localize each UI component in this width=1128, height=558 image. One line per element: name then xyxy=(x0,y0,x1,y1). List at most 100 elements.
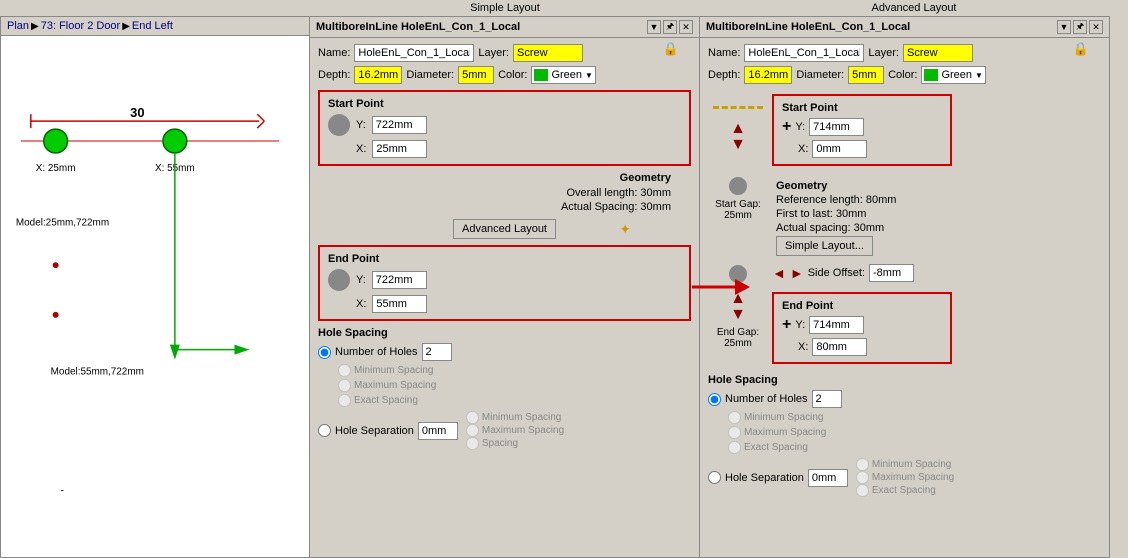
start-point-box: Start Point Y: X: xyxy=(318,90,691,166)
num-holes-input[interactable] xyxy=(422,343,452,361)
adv-hole-sep-radio[interactable] xyxy=(708,471,721,484)
diameter-input[interactable] xyxy=(458,66,494,84)
min-sp-radio2 xyxy=(466,411,479,424)
depth-input[interactable] xyxy=(354,66,402,84)
adv-num-holes-radio[interactable] xyxy=(708,393,721,406)
max-sp-label2: Maximum Spacing xyxy=(482,425,564,436)
adv-start-point-title: Start Point xyxy=(782,102,942,114)
name-input[interactable] xyxy=(354,44,474,62)
adv-start-plus-icon: + xyxy=(782,118,791,136)
adv-name-row: Name: Layer: xyxy=(708,44,1101,62)
adv-min-spacing-label: Minimum Spacing xyxy=(744,412,823,423)
adv-end-x-label: X: xyxy=(798,341,808,353)
adv-max-spacing-label: Maximum Spacing xyxy=(744,427,826,438)
adv-right-content: Start Point + Y: X: Geometry xyxy=(772,88,1101,370)
adv-name-label: Name: xyxy=(708,47,740,59)
adv-end-point-title: End Point xyxy=(782,300,942,312)
adv-hole-sep-input[interactable] xyxy=(808,469,848,487)
layer-input[interactable] xyxy=(513,44,583,62)
hole-sep-input[interactable] xyxy=(418,422,458,440)
starburst-icon: ✦ xyxy=(619,221,631,238)
adv-left-controls: ▲ ▼ Start Gap: 25mm ▲ ▼ xyxy=(708,88,768,370)
simple-panel-title: MultiboreInLine HoleEnL_Con_1_Local xyxy=(316,21,520,33)
simple-close-btn[interactable]: ✕ xyxy=(679,20,693,34)
color-dropdown[interactable]: Green ▼ xyxy=(531,66,596,84)
breadcrumb-item1[interactable]: 73: Floor 2 Door xyxy=(41,20,120,32)
adv-end-y-input[interactable] xyxy=(809,316,864,334)
adv-layer-input[interactable] xyxy=(903,44,973,62)
adv-diameter-input[interactable] xyxy=(848,66,884,84)
adv-pin-btn[interactable]: 🖈 xyxy=(1073,20,1087,34)
adv-close-btn[interactable]: ✕ xyxy=(1089,20,1103,34)
adv-color-swatch xyxy=(924,69,938,81)
adv-end-x-input[interactable] xyxy=(812,338,867,356)
adv-name-input[interactable] xyxy=(744,44,864,62)
hole-sep-radio[interactable] xyxy=(318,424,331,437)
adv-panel-titlebar: MultiboreInLine HoleEnL_Con_1_Local ▼ 🖈 … xyxy=(700,17,1109,38)
breadcrumb-item2[interactable]: End Left xyxy=(132,20,173,32)
adv-end-section: ◄ ► Side Offset: End Point + Y: xyxy=(772,264,1101,370)
end-y-input[interactable] xyxy=(372,271,427,289)
start-x-input[interactable] xyxy=(372,140,427,158)
adv-max-spacing-radio xyxy=(728,426,741,439)
adv-lock-icon: 🔒 xyxy=(1073,41,1089,57)
adv-start-y-input[interactable] xyxy=(809,118,864,136)
side-offset-input[interactable] xyxy=(869,264,914,282)
adv-depth-label: Depth: xyxy=(708,69,740,81)
start-gap-down-arrow: ▼ xyxy=(730,137,746,153)
end-gap-value: 25mm xyxy=(717,338,759,349)
start-y-label: Y: xyxy=(356,119,366,131)
simple-dropdown-btn[interactable]: ▼ xyxy=(647,20,661,34)
min-spacing-radio xyxy=(338,364,351,377)
depth-row: Depth: Diameter: Color: Green ▼ xyxy=(318,66,691,84)
diameter-label: Diameter: xyxy=(406,69,454,81)
adv-min-sp-label2: Minimum Spacing xyxy=(872,459,951,470)
end-point-title: End Point xyxy=(328,253,681,265)
end-point-circle xyxy=(328,269,350,291)
depth-label: Depth: xyxy=(318,69,350,81)
start-gap-arrows: ▲ ▼ xyxy=(730,121,746,153)
svg-text:-: - xyxy=(61,486,64,497)
num-holes-row: Number of Holes xyxy=(318,343,691,361)
start-x-label: X: xyxy=(356,143,366,155)
start-y-input[interactable] xyxy=(372,116,427,134)
adv-end-plus-icon: + xyxy=(782,316,791,334)
advanced-layout-btn[interactable]: Advanced Layout xyxy=(453,219,556,239)
adv-depth-input[interactable] xyxy=(744,66,792,84)
end-gap-label: End Gap: xyxy=(717,327,759,338)
num-holes-radio[interactable] xyxy=(318,346,331,359)
breadcrumb-sep2: ▶ xyxy=(122,21,130,32)
adv-max-sp-radio2 xyxy=(856,471,869,484)
geometry-section: Geometry Overall length: 30mm Actual Spa… xyxy=(318,172,691,213)
adv-exact-spacing-label: Exact Spacing xyxy=(744,442,808,453)
adv-color-dropdown-arrow: ▼ xyxy=(975,71,983,80)
adv-end-point-box: End Point + Y: X: xyxy=(772,292,952,364)
side-offset-row: ◄ ► Side Offset: xyxy=(772,264,1101,282)
exact-sp-radio2 xyxy=(466,437,479,450)
simple-pin-btn[interactable]: 🖈 xyxy=(663,20,677,34)
adv-hole-sep-row: Hole Separation Minimum Spacing Maximum … xyxy=(708,458,1101,497)
adv-start-x-input[interactable] xyxy=(812,140,867,158)
simple-layout-btn[interactable]: Simple Layout... xyxy=(776,236,873,256)
end-x-input[interactable] xyxy=(372,295,427,313)
name-row: Name: Layer: xyxy=(318,44,691,62)
color-value: Green xyxy=(551,69,582,81)
adv-dropdown-btn[interactable]: ▼ xyxy=(1057,20,1071,34)
breadcrumb-sep1: ▶ xyxy=(31,21,39,32)
adv-color-dropdown[interactable]: Green ▼ xyxy=(921,66,986,84)
breadcrumb-plan[interactable]: Plan xyxy=(7,20,29,32)
adv-hole-spacing-section: Hole Spacing Number of Holes Minimum Spa… xyxy=(708,374,1101,497)
layer-label: Layer: xyxy=(478,47,509,59)
adv-start-point-box: Start Point + Y: X: xyxy=(772,94,952,166)
exact-spacing-radio xyxy=(338,394,351,407)
overall-length: Overall length: 30mm xyxy=(322,187,691,199)
end-gap-label-group: End Gap: 25mm xyxy=(717,327,759,349)
start-gap-value: 25mm xyxy=(715,210,761,221)
svg-text:X: 25mm: X: 25mm xyxy=(36,163,76,174)
simple-layout-panel: MultiboreInLine HoleEnL_Con_1_Local ▼ 🖈 … xyxy=(310,16,700,558)
hole-spacing-title: Hole Spacing xyxy=(318,327,691,339)
exact-sp-label2: Spacing xyxy=(482,438,518,449)
adv-num-holes-input[interactable] xyxy=(812,390,842,408)
adv-geometry-section: Geometry Reference length: 80mm First to… xyxy=(772,176,1101,260)
hole-spacing-section: Hole Spacing Number of Holes Minimum Spa… xyxy=(318,327,691,450)
